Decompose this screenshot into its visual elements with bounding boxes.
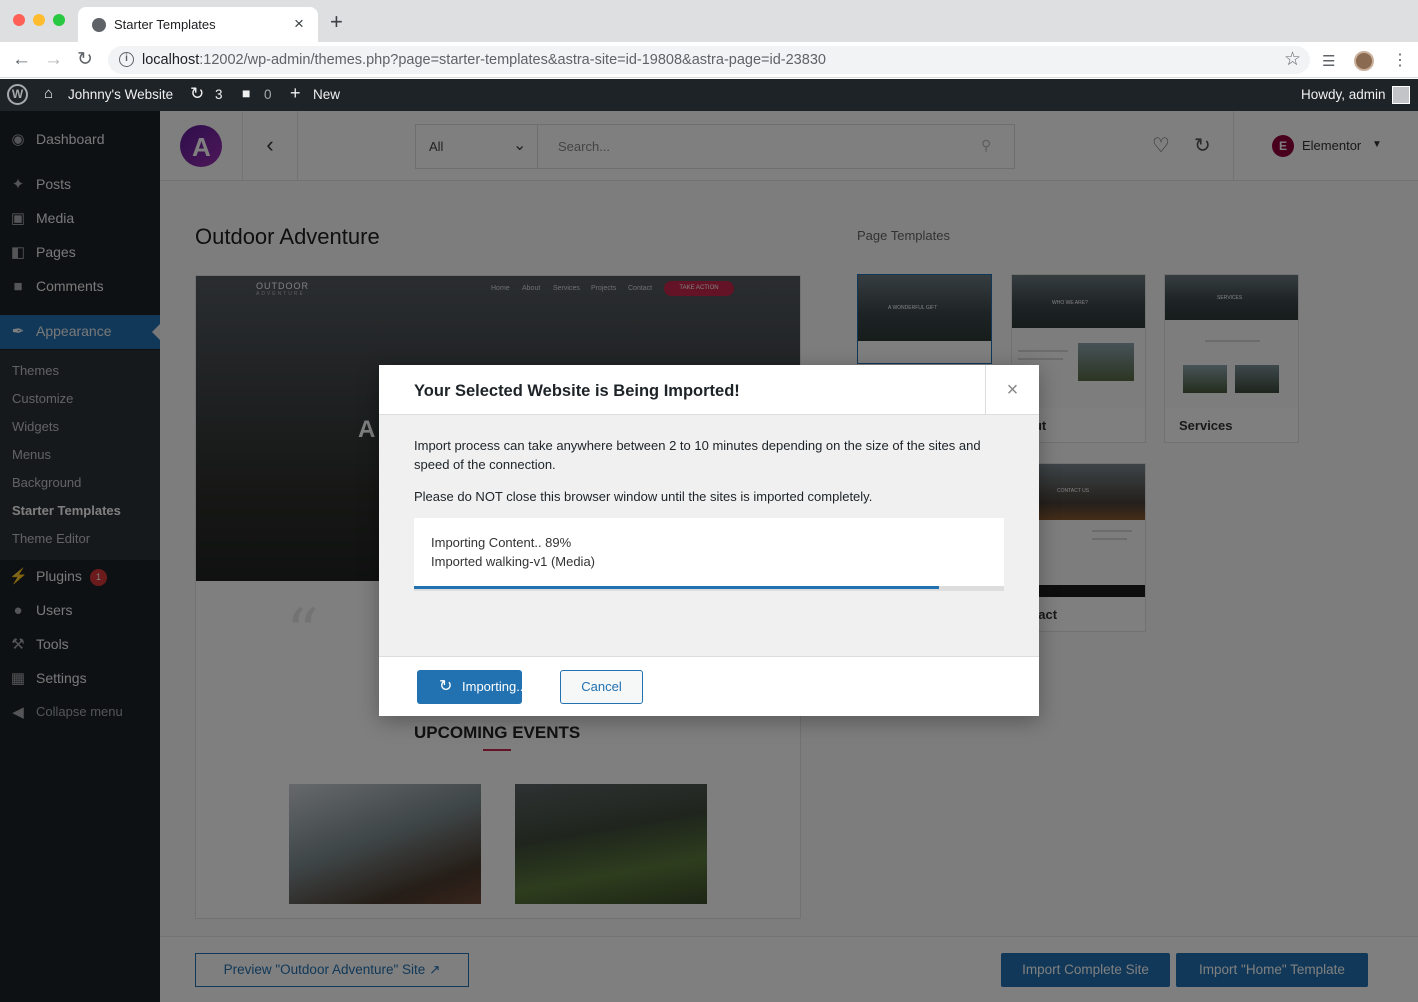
modal-header: Your Selected Website is Being Imported!…	[379, 365, 1039, 415]
user-avatar[interactable]	[1392, 86, 1410, 104]
howdy-account[interactable]: Howdy, admin	[1301, 87, 1386, 102]
back-arrow-icon[interactable]: ←	[12, 49, 31, 71]
url-text: localhost:12002/wp-admin/themes.php?page…	[142, 52, 826, 68]
plus-icon[interactable]: +	[290, 83, 301, 104]
comments-count[interactable]: 0	[264, 87, 272, 102]
wp-admin-bar: W ⌂ Johnny's Website ↻ 3 ■ 0 + New Howdy…	[0, 79, 1418, 111]
site-name-link[interactable]: Johnny's Website	[68, 87, 173, 102]
new-tab-icon[interactable]: +	[330, 11, 343, 33]
window-minimize-button[interactable]	[33, 14, 45, 26]
home-icon: ⌂	[44, 85, 54, 102]
bookmark-star-icon[interactable]: ☆	[1284, 48, 1301, 71]
window-maximize-button[interactable]	[53, 14, 65, 26]
importing-button-label: Importing..	[462, 679, 524, 694]
modal-footer: ↻ Importing.. Cancel	[379, 656, 1039, 716]
modal-warning: Please do NOT close this browser window …	[414, 489, 873, 504]
profile-avatar[interactable]	[1354, 51, 1374, 71]
import-status-line: Importing Content.. 89%	[431, 535, 572, 550]
address-bar[interactable]: i localhost:12002/wp-admin/themes.php?pa…	[108, 46, 1310, 74]
cancel-button[interactable]: Cancel	[560, 670, 643, 704]
comment-bubble-icon[interactable]: ■	[242, 85, 250, 101]
modal-title: Your Selected Website is Being Imported!	[414, 382, 740, 400]
importing-button[interactable]: ↻ Importing..	[417, 670, 524, 704]
import-detail-line: Imported walking-v1 (Media)	[431, 554, 596, 569]
url-path: :12002/wp-admin/themes.php?page=starter-…	[199, 52, 826, 68]
browser-tab-strip: Starter Templates × +	[0, 0, 1418, 42]
forward-arrow-icon[interactable]: →	[44, 49, 63, 71]
updates-icon[interactable]: ↻	[190, 84, 204, 104]
browser-tab[interactable]: Starter Templates ×	[78, 7, 318, 42]
kebab-menu-icon[interactable]: ⋮	[1392, 50, 1408, 70]
import-log: Importing Content.. 89% Imported walking…	[414, 518, 1004, 586]
updates-count[interactable]: 3	[215, 87, 223, 102]
tab-title: Starter Templates	[114, 17, 216, 32]
globe-icon	[92, 18, 106, 32]
url-host: localhost	[142, 52, 200, 68]
tab-close-icon[interactable]: ×	[294, 14, 304, 34]
modal-description: Import process can take anywhere between…	[414, 438, 981, 472]
browser-toolbar: ← → ↻ i localhost:12002/wp-admin/themes.…	[0, 42, 1418, 78]
close-icon[interactable]: ×	[985, 365, 1039, 415]
info-icon[interactable]: i	[119, 52, 134, 67]
modal-body: Import process can take anywhere between…	[379, 415, 1039, 656]
new-content-link[interactable]: New	[313, 87, 340, 102]
import-progress-bar	[414, 586, 1004, 591]
import-modal: Your Selected Website is Being Imported!…	[379, 365, 1039, 716]
import-progress-fill	[414, 586, 940, 589]
spinner-sync-icon: ↻	[439, 678, 453, 695]
wordpress-logo-icon[interactable]: W	[7, 84, 28, 105]
window-close-button[interactable]	[13, 14, 25, 26]
reload-icon[interactable]: ↻	[77, 49, 93, 71]
media-list-icon[interactable]: ☰	[1322, 52, 1335, 70]
